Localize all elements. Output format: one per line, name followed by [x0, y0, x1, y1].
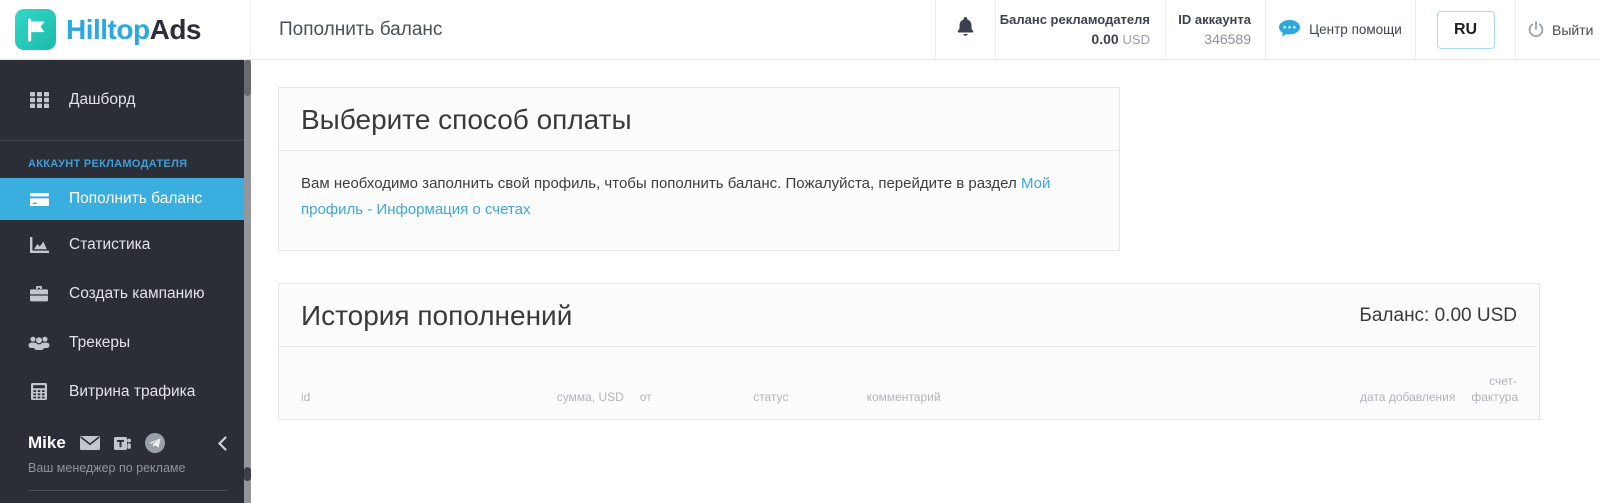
history-panel-title: История пополнений [301, 299, 573, 331]
teams-icon[interactable] [113, 435, 131, 452]
balance-currency: USD [1122, 32, 1150, 47]
help-center-label: Центр помощи [1309, 22, 1402, 37]
sidebar-item-statistics[interactable]: Статистика [0, 220, 251, 269]
sidebar-item-create-campaign[interactable]: Создать кампанию [0, 269, 251, 318]
topup-history-table: id сумма, USD от статус комментарий дата… [279, 347, 1539, 419]
logout-label: Выйти [1552, 21, 1594, 38]
bell-icon [957, 17, 974, 42]
column-header-from: от [639, 389, 652, 404]
envelope-icon[interactable] [79, 436, 100, 450]
sidebar-section-label: АККАУНТ РЕКЛАМОДАТЕЛЯ [28, 158, 188, 170]
column-header-amount: сумма, USD [556, 389, 624, 404]
area-chart-icon [28, 236, 50, 253]
payment-panel-header: Выберите способ оплаты [279, 88, 1119, 151]
page-title: Пополнить баланс [279, 18, 443, 40]
users-icon [28, 335, 50, 350]
sidebar-item-trackers[interactable]: Трекеры [0, 318, 251, 367]
sidebar-item-label: Пополнить баланс [69, 190, 203, 207]
sidebar-item-traffic-showcase[interactable]: Витрина трафика [0, 367, 251, 416]
sidebar-item-label: Дашборд [69, 90, 136, 108]
manager-block: Mike Ваш менеджер по рекламе [0, 433, 251, 503]
topup-history-panel: История пополнений Баланс: 0.00 USD id с… [278, 282, 1540, 420]
balance-value-line: 0.00 USD [1091, 31, 1150, 47]
power-icon [1528, 20, 1544, 39]
sidebar-bottom-divider [28, 490, 227, 491]
logo[interactable]: HilltopAds [0, 0, 251, 59]
brand-name-primary: Hilltop [66, 13, 150, 45]
main-content: Выберите способ оплаты Вам необходимо за… [251, 60, 1600, 503]
balance-label: Баланс рекламодателя [999, 12, 1150, 27]
column-header-status: статус [753, 389, 789, 404]
account-id: ID аккаунта 346589 [1165, 0, 1265, 59]
history-balance-text: Баланс: 0.00 USD [1359, 304, 1517, 326]
sidebar-nav: Дашборд АККАУНТ РЕКЛАМОДАТЕЛЯ Пополнить … [0, 60, 251, 416]
brand-name: HilltopAds [66, 13, 202, 46]
chevron-left-icon[interactable] [218, 435, 227, 451]
sidebar-item-topup-balance[interactable]: Пополнить баланс [0, 178, 251, 220]
column-header-comment: комментарий [866, 389, 941, 404]
flag-icon [15, 9, 56, 50]
notifications-button[interactable] [935, 0, 995, 59]
grid-icon [28, 91, 50, 108]
table-header-row: id сумма, USD от статус комментарий дата… [279, 347, 1539, 419]
history-panel-header: История пополнений Баланс: 0.00 USD [279, 284, 1539, 347]
top-bar: HilltopAds Пополнить баланс Баланс рекла… [0, 0, 1600, 60]
brand-name-secondary: Ads [149, 13, 202, 45]
manager-subtitle: Ваш менеджер по рекламе [28, 461, 186, 475]
sidebar: Дашборд АККАУНТ РЕКЛАМОДАТЕЛЯ Пополнить … [0, 60, 251, 503]
language-button[interactable]: RU [1436, 10, 1495, 49]
credit-card-icon [28, 192, 50, 207]
column-header-invoice: счет-фактура [1471, 373, 1519, 404]
manager-name: Mike [28, 433, 66, 452]
payment-panel-notice: Вам необходимо заполнить свой профиль, ч… [279, 151, 1119, 250]
language-cell: RU [1415, 0, 1515, 59]
advertiser-balance: Баланс рекламодателя 0.00 USD [995, 0, 1165, 59]
telegram-icon[interactable] [144, 433, 165, 453]
sidebar-scrollbar-end [244, 467, 251, 481]
sidebar-item-dashboard[interactable]: Дашборд [0, 75, 251, 124]
balance-value: 0.00 [1091, 31, 1119, 47]
column-header-date-added: дата добавления [1360, 389, 1456, 404]
sidebar-scrollbar[interactable] [244, 60, 251, 503]
account-id-label: ID аккаунта [1178, 12, 1251, 27]
profile-notice-text: Вам необходимо заполнить свой профиль, ч… [301, 175, 1021, 192]
logout-button[interactable]: Выйти [1515, 0, 1600, 59]
account-id-value: 346589 [1204, 31, 1251, 47]
calculator-icon [28, 383, 50, 400]
help-center-link[interactable]: Центр помощи [1265, 0, 1415, 59]
sidebar-item-label: Витрина трафика [69, 382, 196, 400]
sidebar-item-label: Трекеры [69, 333, 131, 351]
chat-bubble-icon [1279, 19, 1301, 40]
sidebar-item-label: Статистика [69, 235, 151, 253]
payment-panel-title: Выберите способ оплаты [301, 104, 632, 135]
sidebar-item-label: Создать кампанию [69, 284, 205, 302]
sidebar-scrollbar-thumb[interactable] [244, 60, 251, 96]
payment-method-panel: Выберите способ оплаты Вам необходимо за… [278, 87, 1120, 251]
briefcase-icon [28, 285, 50, 302]
column-header-id: id [301, 389, 311, 404]
